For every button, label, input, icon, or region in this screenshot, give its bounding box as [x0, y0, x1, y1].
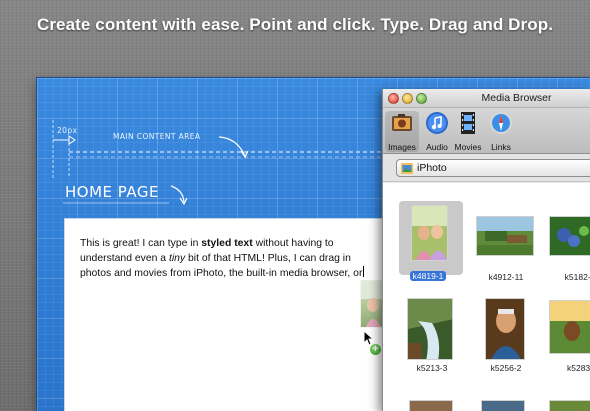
source-popup[interactable]: iPhoto	[396, 159, 590, 177]
close-window-button[interactable]	[388, 93, 399, 104]
source-popup-label: iPhoto	[417, 162, 447, 174]
window-title: Media Browser	[481, 92, 552, 104]
photo-item-partial[interactable]	[383, 393, 453, 411]
tab-links[interactable]: Links	[484, 111, 518, 152]
music-note-icon	[426, 112, 448, 134]
photo-item-k5213-3[interactable]: k5213-3	[383, 288, 453, 388]
photo-item-partial[interactable]	[523, 393, 590, 411]
photo-item-k5283[interactable]: k5283-	[523, 288, 590, 388]
film-strip-icon	[461, 112, 475, 134]
headline: Create content with ease. Point and clic…	[36, 15, 554, 34]
iphoto-icon	[401, 163, 413, 174]
content-text[interactable]: This is great! I can type in styled text…	[80, 236, 380, 281]
main-content-area-label: MAIN CONTENT AREA	[113, 132, 201, 141]
photo-thumbnail-image	[409, 400, 453, 411]
photo-caption: k5182-1	[564, 272, 590, 282]
photo-item-k5256-2[interactable]: k5256-2	[453, 288, 525, 388]
zoom-window-button[interactable]	[416, 93, 427, 104]
camera-icon	[392, 114, 412, 131]
photo-item-k4912-11[interactable]: k4912-11	[453, 183, 534, 283]
photo-caption: k5283-	[567, 363, 590, 373]
media-toolbar: Images Audio Movies Links	[383, 108, 590, 154]
photo-item-k4819-1[interactable]: k4819-1	[383, 183, 463, 283]
photo-item-k5182-1[interactable]: k5182-1	[523, 183, 590, 283]
minimize-window-button[interactable]	[402, 93, 413, 104]
photo-thumbnail-image	[549, 216, 590, 256]
photo-thumbnail-image	[549, 300, 590, 354]
photo-item-partial[interactable]	[453, 393, 525, 411]
content-editor[interactable]: This is great! I can type in styled text…	[64, 218, 392, 411]
photo-grid: k4819-1 k4912-11 k5182-1	[383, 183, 590, 411]
styled-text: styled text	[201, 238, 253, 249]
media-browser-window: Media Browser Images Audio Movies Links …	[382, 89, 590, 411]
photo-thumbnail-image	[485, 298, 525, 360]
copy-plus-icon: +	[369, 343, 382, 356]
tab-audio[interactable]: Audio	[420, 111, 454, 152]
photo-thumbnail-image	[549, 400, 590, 411]
compass-icon	[490, 112, 512, 134]
text-caret	[363, 266, 365, 277]
photo-thumbnail-image	[407, 298, 453, 360]
tab-images[interactable]: Images	[385, 111, 419, 152]
photo-thumbnail-image	[411, 205, 448, 261]
media-browser-titlebar[interactable]: Media Browser	[383, 89, 590, 108]
photo-thumbnail-image	[481, 400, 525, 411]
margin-dimension-label: 20px	[57, 126, 78, 135]
italic-text: tiny	[168, 253, 186, 264]
tab-movies[interactable]: Movies	[451, 111, 485, 152]
home-page-title: HOME PAGE	[65, 183, 159, 201]
source-row: iPhoto	[383, 154, 590, 182]
